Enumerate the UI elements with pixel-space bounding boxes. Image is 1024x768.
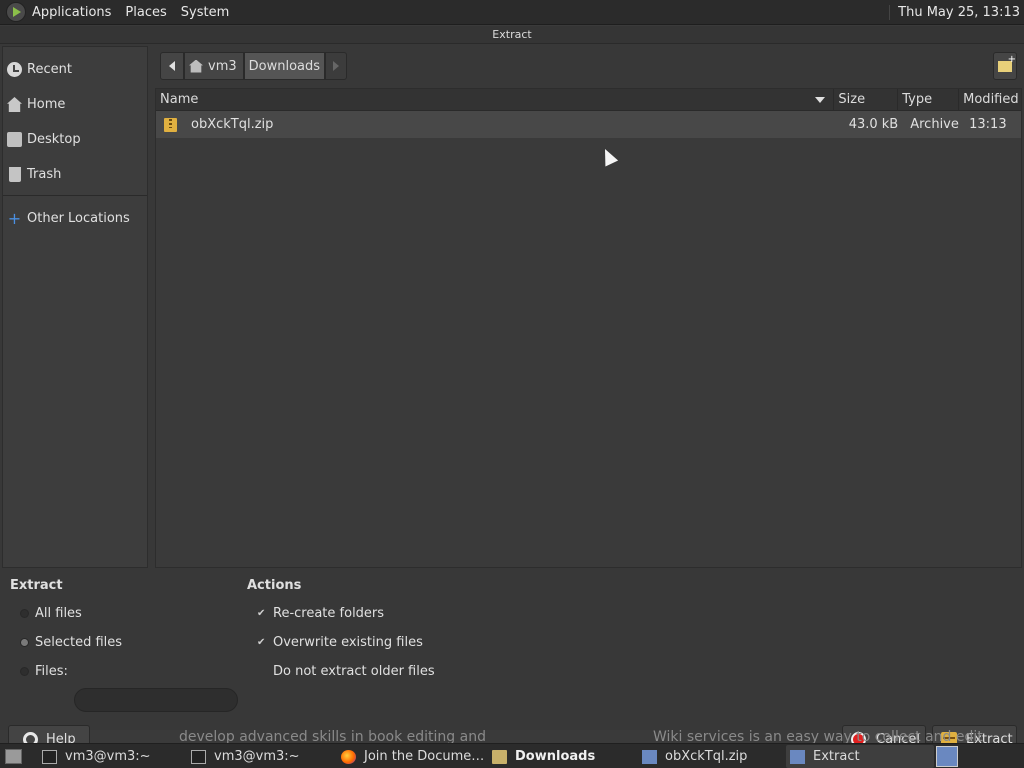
taskbar-item-firefox[interactable]: Join the Docume… bbox=[337, 745, 484, 768]
taskbar-item-downloads[interactable]: Downloads bbox=[488, 745, 595, 768]
overwrite-files-label: Overwrite existing files bbox=[273, 635, 423, 650]
sidebar-item-label: Desktop bbox=[27, 132, 81, 147]
checkbox-overwrite-files[interactable]: ✔ Overwrite existing files bbox=[257, 635, 423, 650]
path-home-button[interactable]: vm3 bbox=[184, 52, 244, 80]
sidebar-separator bbox=[3, 195, 147, 196]
file-name: obXckTql.zip bbox=[191, 117, 274, 132]
checkmark-icon: ✔ bbox=[257, 636, 266, 648]
background-window-text-left: develop advanced skills in book editing … bbox=[179, 729, 486, 743]
recent-icon bbox=[7, 62, 22, 77]
checkbox-no-older-files[interactable]: Do not extract older files bbox=[257, 664, 435, 679]
path-back-button[interactable] bbox=[160, 52, 184, 80]
sidebar-item-label: Recent bbox=[27, 62, 72, 77]
plus-icon: + bbox=[7, 209, 22, 228]
radio-selected-files-label: Selected files bbox=[35, 635, 123, 650]
no-older-files-label: Do not extract older files bbox=[273, 664, 435, 679]
sidebar-item-label: Other Locations bbox=[27, 211, 130, 226]
taskbar: vm3@vm3:~ vm3@vm3:~ Join the Docume… Dow… bbox=[0, 743, 1024, 768]
unchecked-box-icon bbox=[257, 667, 267, 677]
background-window-text-right: Wiki services is an easy way to collect … bbox=[653, 729, 983, 743]
path-home-label: vm3 bbox=[208, 58, 237, 74]
taskbar-item-terminal-1[interactable]: vm3@vm3:~ bbox=[38, 745, 151, 768]
clock[interactable]: Thu May 25, 13:13 bbox=[889, 4, 1020, 20]
taskbar-item-archive[interactable]: obXckTql.zip bbox=[638, 745, 747, 768]
app-menu-logo-icon[interactable] bbox=[6, 2, 26, 22]
extract-dialog: Extract Recent Home Desktop Trash + Othe… bbox=[0, 26, 1024, 753]
column-name-label: Name bbox=[160, 92, 199, 107]
sidebar-item-recent[interactable]: Recent bbox=[3, 52, 147, 87]
file-modified: 13:13 bbox=[969, 117, 1007, 132]
actions-section-title: Actions bbox=[247, 578, 302, 593]
sidebar-item-label: Home bbox=[27, 97, 66, 112]
taskbar-item-label: obXckTql.zip bbox=[665, 749, 748, 764]
archive-manager-icon bbox=[790, 749, 805, 764]
table-row[interactable]: obXckTql.zip 43.0 kB Archive 13:13 bbox=[156, 111, 1021, 138]
taskbar-item-label: Downloads bbox=[515, 749, 596, 764]
dialog-title: Extract bbox=[0, 26, 1024, 44]
archive-manager-icon bbox=[642, 749, 657, 764]
path-forward-button[interactable] bbox=[325, 52, 348, 80]
recreate-folders-label: Re-create folders bbox=[273, 606, 385, 621]
radio-all-files-indicator bbox=[20, 609, 29, 618]
archive-file-icon bbox=[164, 117, 177, 132]
column-header-modified[interactable]: Modified bbox=[959, 89, 1021, 110]
home-folder-icon bbox=[189, 59, 203, 73]
radio-files-label: Files: bbox=[35, 664, 68, 679]
extract-section-title: Extract bbox=[10, 578, 63, 593]
radio-all-files[interactable]: All files bbox=[20, 606, 82, 621]
taskbar-item-terminal-2[interactable]: vm3@vm3:~ bbox=[187, 745, 300, 768]
path-bar: vm3 Downloads bbox=[160, 52, 348, 80]
sidebar-item-trash[interactable]: Trash bbox=[3, 157, 147, 192]
radio-selected-files[interactable]: Selected files bbox=[20, 635, 122, 650]
path-current-button[interactable]: Downloads bbox=[243, 52, 326, 80]
column-header-type[interactable]: Type bbox=[898, 89, 960, 110]
files-pattern-input[interactable] bbox=[74, 688, 238, 712]
radio-selected-files-indicator bbox=[20, 638, 29, 647]
show-desktop-icon[interactable] bbox=[2, 745, 24, 767]
radio-all-files-label: All files bbox=[35, 606, 82, 621]
menu-applications[interactable]: Applications bbox=[32, 5, 111, 20]
menu-places[interactable]: Places bbox=[125, 5, 166, 20]
extract-options-panel: Extract All files Selected files Files: … bbox=[0, 568, 1024, 753]
column-header-size[interactable]: Size bbox=[834, 89, 899, 110]
top-panel: Applications Places System Thu May 25, 1… bbox=[0, 0, 1024, 25]
taskbar-item-label: Join the Docume… bbox=[364, 749, 485, 764]
file-type: Archive bbox=[910, 117, 959, 132]
file-name-cell: obXckTql.zip bbox=[156, 117, 834, 132]
home-icon bbox=[7, 97, 22, 112]
column-header-name[interactable]: Name bbox=[156, 89, 835, 110]
trash-icon bbox=[9, 167, 21, 182]
firefox-icon bbox=[341, 749, 356, 764]
file-list-header: Name Size Type Modified bbox=[156, 89, 1021, 111]
radio-files-indicator bbox=[20, 667, 29, 676]
terminal-icon bbox=[191, 749, 206, 764]
taskbar-item-label: Extract bbox=[813, 749, 860, 764]
taskbar-item-label: vm3@vm3:~ bbox=[65, 749, 151, 764]
menu-system[interactable]: System bbox=[181, 5, 229, 20]
sidebar-item-home[interactable]: Home bbox=[3, 87, 147, 122]
sidebar-item-label: Trash bbox=[27, 167, 62, 182]
terminal-icon bbox=[42, 749, 57, 764]
workspace-switcher-icon[interactable] bbox=[936, 746, 958, 767]
new-folder-button[interactable] bbox=[993, 52, 1017, 80]
places-sidebar: Recent Home Desktop Trash + Other Locati… bbox=[2, 46, 148, 568]
folder-icon bbox=[492, 749, 507, 764]
radio-files[interactable]: Files: bbox=[20, 664, 68, 679]
file-list: Name Size Type Modified obXckTql.zip 43.… bbox=[155, 88, 1022, 568]
file-size: 43.0 kB bbox=[848, 117, 899, 132]
new-folder-icon bbox=[998, 54, 1016, 72]
sidebar-item-desktop[interactable]: Desktop bbox=[3, 122, 147, 157]
taskbar-item-extract[interactable]: Extract bbox=[786, 745, 934, 768]
desktop-icon bbox=[7, 132, 22, 147]
checkbox-recreate-folders[interactable]: ✔ Re-create folders bbox=[257, 606, 384, 621]
sort-descending-icon bbox=[815, 97, 826, 103]
checkmark-icon: ✔ bbox=[257, 607, 266, 619]
sidebar-item-other-locations[interactable]: + Other Locations bbox=[3, 201, 147, 236]
taskbar-item-label: vm3@vm3:~ bbox=[214, 749, 300, 764]
